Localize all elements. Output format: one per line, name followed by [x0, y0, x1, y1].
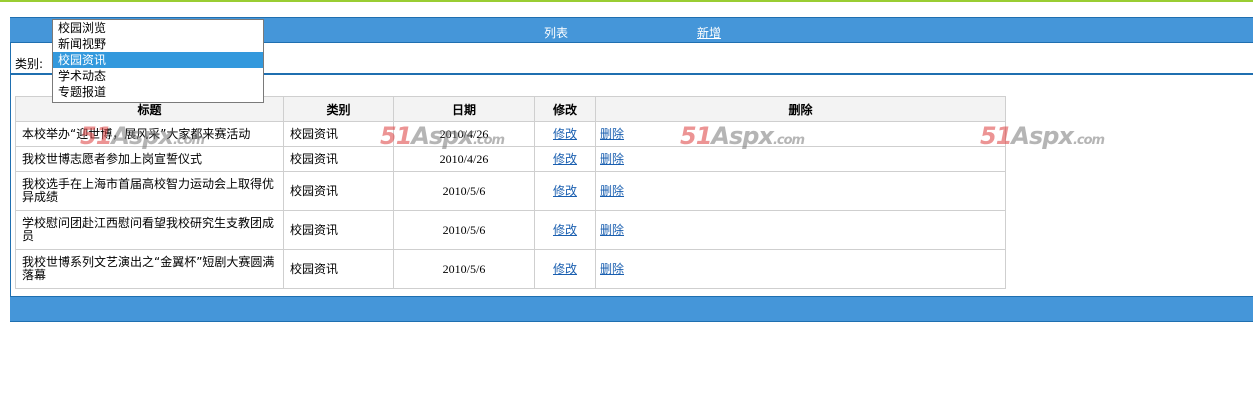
dropdown-option-news-view[interactable]: 新闻视野 — [53, 36, 263, 52]
column-header-delete: 删除 — [595, 96, 1006, 122]
footer-bar — [10, 296, 1253, 322]
edit-link[interactable]: 修改 — [553, 127, 577, 141]
row-date: 2010/5/6 — [393, 249, 535, 289]
dropdown-option-special-report[interactable]: 专题报道 — [53, 84, 263, 100]
edit-link[interactable]: 修改 — [553, 184, 577, 198]
table-row: 我校选手在上海市首届高校智力运动会上取得优异成绩 校园资讯 2010/5/6 修… — [15, 171, 1006, 211]
row-title: 我校世博志愿者参加上岗宣誓仪式 — [15, 146, 284, 172]
add-link[interactable]: 新增 — [697, 24, 721, 41]
row-date: 2010/4/26 — [393, 146, 535, 172]
table-row: 我校世博系列文艺演出之“金翼杯”短剧大赛圆满落幕 校园资讯 2010/5/6 修… — [15, 249, 1006, 289]
top-accent-stripe — [0, 0, 1253, 2]
delete-link[interactable]: 删除 — [600, 127, 624, 141]
column-header-edit: 修改 — [534, 96, 596, 122]
row-title: 本校举办“迎世博，展风采”大家都来赛活动 — [15, 121, 284, 147]
row-date: 2010/4/26 — [393, 121, 535, 147]
dropdown-option-campus-info[interactable]: 校园资讯 — [53, 52, 263, 68]
row-category: 校园资讯 — [283, 171, 394, 211]
dropdown-option-campus-browse[interactable]: 校园浏览 — [53, 20, 263, 36]
row-title: 我校世博系列文艺演出之“金翼杯”短剧大赛圆满落幕 — [15, 249, 284, 289]
row-title: 我校选手在上海市首届高校智力运动会上取得优异成绩 — [15, 171, 284, 211]
table-row: 学校慰问团赴江西慰问看望我校研究生支教团成员 校园资讯 2010/5/6 修改 … — [15, 210, 1006, 250]
table-row: 本校举办“迎世博，展风采”大家都来赛活动 校园资讯 2010/4/26 修改 删… — [15, 121, 1006, 147]
delete-link[interactable]: 删除 — [600, 262, 624, 276]
dropdown-option-academic[interactable]: 学术动态 — [53, 68, 263, 84]
row-title: 学校慰问团赴江西慰问看望我校研究生支教团成员 — [15, 210, 284, 250]
category-label: 类别: — [15, 57, 44, 71]
row-category: 校园资讯 — [283, 121, 394, 147]
edit-link[interactable]: 修改 — [553, 152, 577, 166]
delete-link[interactable]: 删除 — [600, 184, 624, 198]
column-header-category: 类别 — [283, 96, 394, 122]
row-category: 校园资讯 — [283, 146, 394, 172]
row-category: 校园资讯 — [283, 249, 394, 289]
row-date: 2010/5/6 — [393, 171, 535, 211]
edit-link[interactable]: 修改 — [553, 262, 577, 276]
table-row: 我校世博志愿者参加上岗宣誓仪式 校园资讯 2010/4/26 修改 删除 — [15, 146, 1006, 172]
edit-link[interactable]: 修改 — [553, 223, 577, 237]
delete-link[interactable]: 删除 — [600, 223, 624, 237]
news-table: 标题 类别 日期 修改 删除 本校举办“迎世博，展风采”大家都来赛活动 校园资讯… — [15, 96, 1006, 289]
category-dropdown-list[interactable]: 校园浏览 新闻视野 校园资讯 学术动态 专题报道 — [52, 19, 264, 103]
row-date: 2010/5/6 — [393, 210, 535, 250]
column-header-date: 日期 — [393, 96, 535, 122]
list-label: 列表 — [544, 26, 569, 40]
row-category: 校园资讯 — [283, 210, 394, 250]
delete-link[interactable]: 删除 — [600, 152, 624, 166]
